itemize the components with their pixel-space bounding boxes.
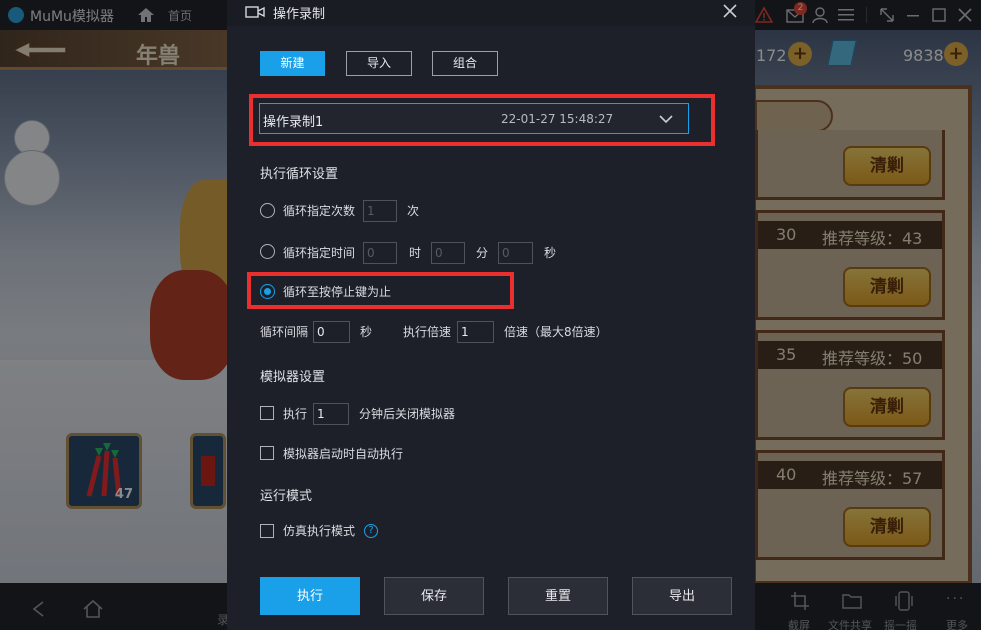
emulator-settings-heading: 模拟器设置: [260, 370, 326, 385]
radio-selected-dot: [264, 288, 271, 295]
loop-count-input[interactable]: 1: [363, 200, 397, 222]
checkbox-exec-close[interactable]: [260, 406, 274, 420]
loop-until-stop-label[interactable]: 循环至按停止键为止: [283, 283, 391, 301]
save-button[interactable]: 保存: [384, 577, 484, 615]
recording-select[interactable]: 操作录制1 22-01-27 15:48:27: [259, 103, 689, 134]
loop-count-label[interactable]: 循环指定次数: [283, 202, 355, 220]
tab-combine[interactable]: 组合: [432, 51, 498, 76]
interval-unit: 秒: [360, 325, 373, 339]
radio-loop-time[interactable]: [260, 244, 275, 259]
loop-count-unit: 次: [407, 204, 420, 218]
speed-input[interactable]: 1: [457, 321, 494, 343]
speed-label: 执行倍速: [403, 325, 452, 339]
radio-loop-count[interactable]: [260, 203, 275, 218]
export-button[interactable]: 导出: [632, 577, 732, 615]
chevron-down-icon: [659, 115, 673, 124]
speed-unit: 倍速（最大8倍速）: [504, 325, 608, 339]
execute-button[interactable]: 执行: [260, 577, 360, 615]
dialog-title: 操作录制: [273, 7, 326, 22]
help-icon[interactable]: ?: [364, 524, 378, 538]
video-camera-icon: [245, 6, 265, 18]
loop-time-label[interactable]: 循环指定时间: [283, 244, 355, 262]
loop-minutes-input[interactable]: 0: [431, 242, 465, 264]
interval-label: 循环间隔: [260, 325, 309, 339]
checkbox-sim-mode[interactable]: [260, 524, 274, 538]
tab-new[interactable]: 新建: [260, 51, 325, 76]
interval-input[interactable]: 0: [313, 321, 350, 343]
loop-seconds-unit: 秒: [544, 246, 557, 260]
loop-hours-input[interactable]: 0: [363, 242, 397, 264]
tab-import[interactable]: 导入: [346, 51, 412, 76]
loop-seconds-input[interactable]: 0: [498, 242, 533, 264]
close-dialog-icon[interactable]: [722, 3, 738, 19]
loop-minutes-unit: 分: [476, 246, 489, 260]
checkbox-autostart[interactable]: [260, 446, 274, 460]
recording-date: 22-01-27 15:48:27: [501, 112, 614, 126]
sim-mode-label[interactable]: 仿真执行模式: [283, 522, 355, 540]
exec-label[interactable]: 执行: [283, 405, 307, 423]
exec-suffix: 分钟后关闭模拟器: [359, 407, 456, 421]
run-mode-heading: 运行模式: [260, 489, 313, 504]
radio-loop-until-stop[interactable]: [260, 284, 275, 299]
dialog-header: 操作录制: [227, 0, 755, 26]
loop-settings-heading: 执行循环设置: [260, 167, 339, 182]
autostart-label[interactable]: 模拟器启动时自动执行: [283, 445, 403, 463]
loop-hours-unit: 时: [409, 246, 422, 260]
operation-recording-dialog: 操作录制 新建 导入 组合 操作录制1 22-01-27 15:48:27 执行…: [227, 0, 755, 630]
reset-button[interactable]: 重置: [508, 577, 608, 615]
exec-minutes-input[interactable]: 1: [313, 403, 349, 425]
recording-name: 操作录制1: [263, 115, 324, 130]
